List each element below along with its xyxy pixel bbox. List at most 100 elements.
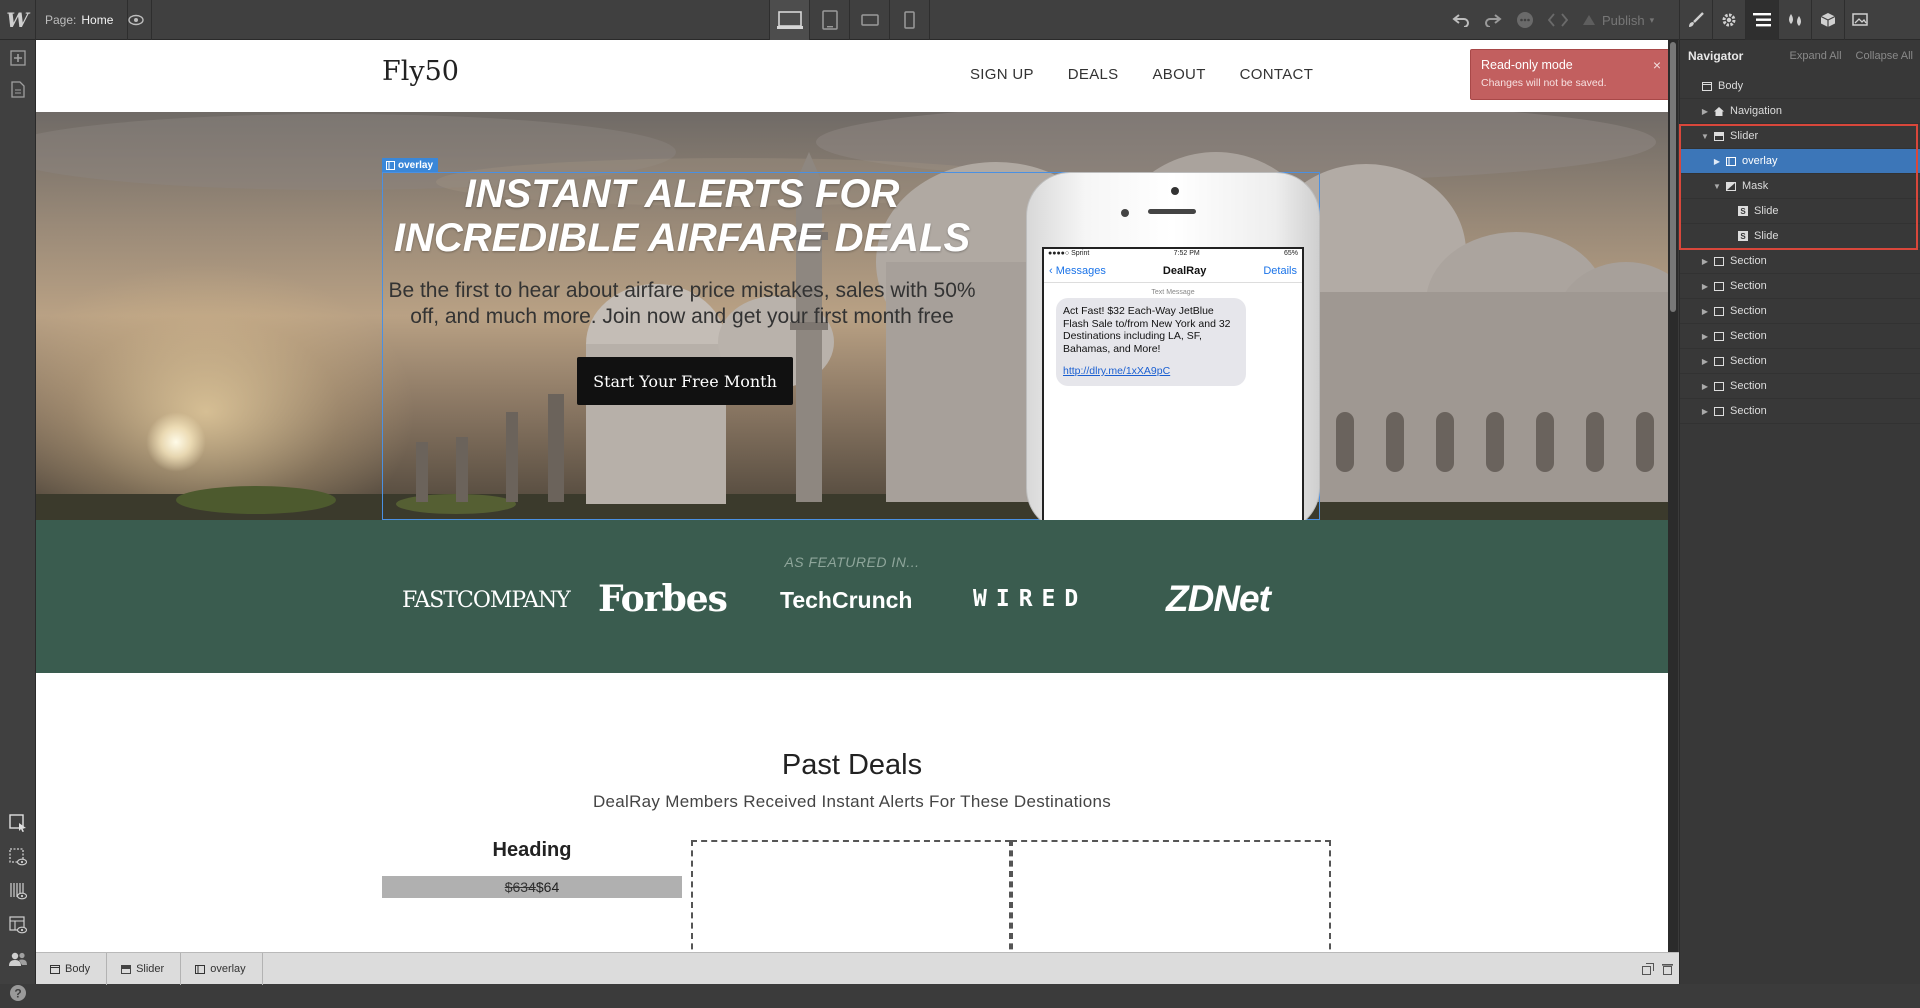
svg-text:?: ? xyxy=(14,987,21,1001)
caret-right-icon[interactable]: ▶ xyxy=(1700,282,1710,291)
conversation-details: Details xyxy=(1263,264,1297,277)
publish-button[interactable]: Publish ▾ xyxy=(1575,0,1661,40)
breadcrumb-body[interactable]: Body xyxy=(36,953,108,985)
symbols-panel-tab[interactable] xyxy=(1811,0,1844,40)
webflow-logo[interactable]: W xyxy=(0,0,36,40)
landscape-phone-view-button[interactable] xyxy=(850,0,890,40)
design-canvas[interactable]: Fly50 SIGN UP DEALS ABOUT CONTACT overla… xyxy=(36,40,1668,952)
empty-deal-slot-2[interactable] xyxy=(1011,840,1331,952)
select-element-button[interactable] xyxy=(0,808,36,838)
caret-right-icon[interactable]: ▶ xyxy=(1712,157,1722,166)
breadcrumb-slider-label: Slider xyxy=(136,963,165,975)
show-hidden-button[interactable] xyxy=(0,842,36,872)
tree-node-slide[interactable]: S Slide xyxy=(1680,199,1920,224)
columns-eye-icon xyxy=(10,883,27,900)
tree-node-overlay[interactable]: ▶ overlay xyxy=(1680,149,1920,174)
swatches-panel-tab[interactable] xyxy=(1778,0,1811,40)
caret-right-icon[interactable]: ▶ xyxy=(1700,332,1710,341)
image-icon xyxy=(1852,13,1868,26)
deal-card[interactable]: Heading $634 $64 xyxy=(382,839,682,898)
hero-subtitle[interactable]: Be the first to hear about airfare price… xyxy=(382,278,982,330)
pages-button[interactable] xyxy=(0,74,36,104)
trash-icon[interactable] xyxy=(1662,963,1673,975)
caret-right-icon[interactable]: ▶ xyxy=(1700,257,1710,266)
tree-node-section[interactable]: ▶ Section xyxy=(1680,374,1920,399)
tree-node-mask[interactable]: ▼ Mask xyxy=(1680,174,1920,199)
phone-landscape-icon xyxy=(860,14,879,26)
caret-down-icon[interactable]: ▼ xyxy=(1712,182,1722,191)
nav-link-deals[interactable]: DEALS xyxy=(1068,66,1119,83)
navigator-panel-tab[interactable] xyxy=(1745,0,1778,40)
tree-node-slide[interactable]: S Slide xyxy=(1680,224,1920,249)
featured-in-section[interactable]: AS FEATURED IN... FASTCOMPANY Forbes Tec… xyxy=(36,520,1668,673)
tree-node-section[interactable]: ▶ Section xyxy=(1680,324,1920,349)
undo-button[interactable] xyxy=(1445,0,1477,40)
start-free-month-button[interactable]: Start Your Free Month xyxy=(577,357,793,405)
users-icon xyxy=(9,952,27,966)
hero-slider[interactable]: overlay INSTANT ALERTS FOR INCREDIBLE AI… xyxy=(36,112,1668,520)
caret-right-icon[interactable]: ▶ xyxy=(1700,107,1710,116)
page-selector[interactable]: Page: Home xyxy=(36,0,129,40)
redo-button[interactable] xyxy=(1477,0,1509,40)
caret-down-icon[interactable]: ▼ xyxy=(1700,132,1710,141)
style-panel-tab[interactable] xyxy=(1679,0,1712,40)
navigator-icon xyxy=(1753,13,1771,27)
history-and-publish: Publish ▾ xyxy=(1445,0,1661,40)
tree-node-slider[interactable]: ▼ Slider xyxy=(1680,124,1920,149)
section-icon xyxy=(1713,306,1725,316)
past-deals-subtitle[interactable]: DealRay Members Received Instant Alerts … xyxy=(36,792,1668,812)
site-navigation[interactable]: Fly50 SIGN UP DEALS ABOUT CONTACT xyxy=(36,40,1668,112)
tree-node-section[interactable]: ▶ Section xyxy=(1680,399,1920,424)
hero-title[interactable]: INSTANT ALERTS FOR INCREDIBLE AIRFARE DE… xyxy=(382,172,982,260)
deal-heading: Heading xyxy=(492,839,572,861)
message-link: http://dlry.me/1xXA9pC xyxy=(1063,365,1171,377)
site-brand[interactable]: Fly50 xyxy=(382,56,459,87)
preview-layout-button[interactable] xyxy=(0,910,36,940)
empty-deal-slot-1[interactable] xyxy=(691,840,1011,952)
caret-right-icon[interactable]: ▶ xyxy=(1700,357,1710,366)
phone-mockup[interactable]: ●●●●○ Sprint 7:52 PM 65% ‹ Messages Deal… xyxy=(1026,172,1320,520)
expand-all-button[interactable]: Expand All xyxy=(1790,50,1842,62)
tree-node-label: Slide xyxy=(1754,230,1779,242)
comments-button[interactable] xyxy=(1509,0,1541,40)
caret-right-icon[interactable]: ▶ xyxy=(1700,307,1710,316)
collapse-all-button[interactable]: Collapse All xyxy=(1856,50,1913,62)
code-icon xyxy=(1548,13,1568,27)
phone-status-bar: ●●●●○ Sprint 7:52 PM 65% xyxy=(1044,249,1302,259)
caret-right-icon[interactable]: ▶ xyxy=(1700,407,1710,416)
nav-link-sign-up[interactable]: SIGN UP xyxy=(970,66,1034,83)
toast-close-icon[interactable]: × xyxy=(1653,57,1661,73)
past-deals-title[interactable]: Past Deals xyxy=(36,749,1668,782)
collaborators-button[interactable] xyxy=(0,944,36,974)
add-element-button[interactable] xyxy=(0,43,36,73)
breadcrumb-slider[interactable]: Slider xyxy=(107,953,182,985)
desktop-view-button[interactable] xyxy=(770,0,810,40)
nav-link-contact[interactable]: CONTACT xyxy=(1240,66,1313,83)
tree-node-label: Section xyxy=(1730,405,1767,417)
preview-eye-button[interactable] xyxy=(120,0,152,40)
tablet-view-button[interactable] xyxy=(810,0,850,40)
tree-node-navigation[interactable]: ▶ Navigation xyxy=(1680,99,1920,124)
grid-overlay-button[interactable] xyxy=(0,876,36,906)
plus-box-icon xyxy=(10,50,26,66)
tree-node-section[interactable]: ▶ Section xyxy=(1680,274,1920,299)
caret-right-icon[interactable]: ▶ xyxy=(1700,382,1710,391)
tree-node-section[interactable]: ▶ Section xyxy=(1680,249,1920,274)
assets-panel-tab[interactable] xyxy=(1844,0,1877,40)
code-export-button[interactable] xyxy=(1541,0,1575,40)
settings-panel-tab[interactable] xyxy=(1712,0,1745,40)
tree-node-section[interactable]: ▶ Section xyxy=(1680,349,1920,374)
breadcrumb-overlay[interactable]: overlay xyxy=(181,953,263,985)
overlay-element-tag[interactable]: overlay xyxy=(382,158,439,172)
help-button[interactable]: ? xyxy=(0,978,36,1008)
canvas-scrollbar[interactable] xyxy=(1668,40,1678,952)
body-icon xyxy=(1701,81,1713,91)
nav-link-about[interactable]: ABOUT xyxy=(1152,66,1205,83)
portrait-phone-view-button[interactable] xyxy=(890,0,930,40)
eye-icon xyxy=(127,14,144,26)
expand-panel-icon[interactable] xyxy=(1642,963,1654,975)
past-deals-section[interactable]: Past Deals DealRay Members Received Inst… xyxy=(36,673,1668,952)
tree-node-section[interactable]: ▶ Section xyxy=(1680,299,1920,324)
tree-node-body[interactable]: Body xyxy=(1680,74,1920,99)
canvas-scrollbar-thumb[interactable] xyxy=(1670,42,1676,312)
